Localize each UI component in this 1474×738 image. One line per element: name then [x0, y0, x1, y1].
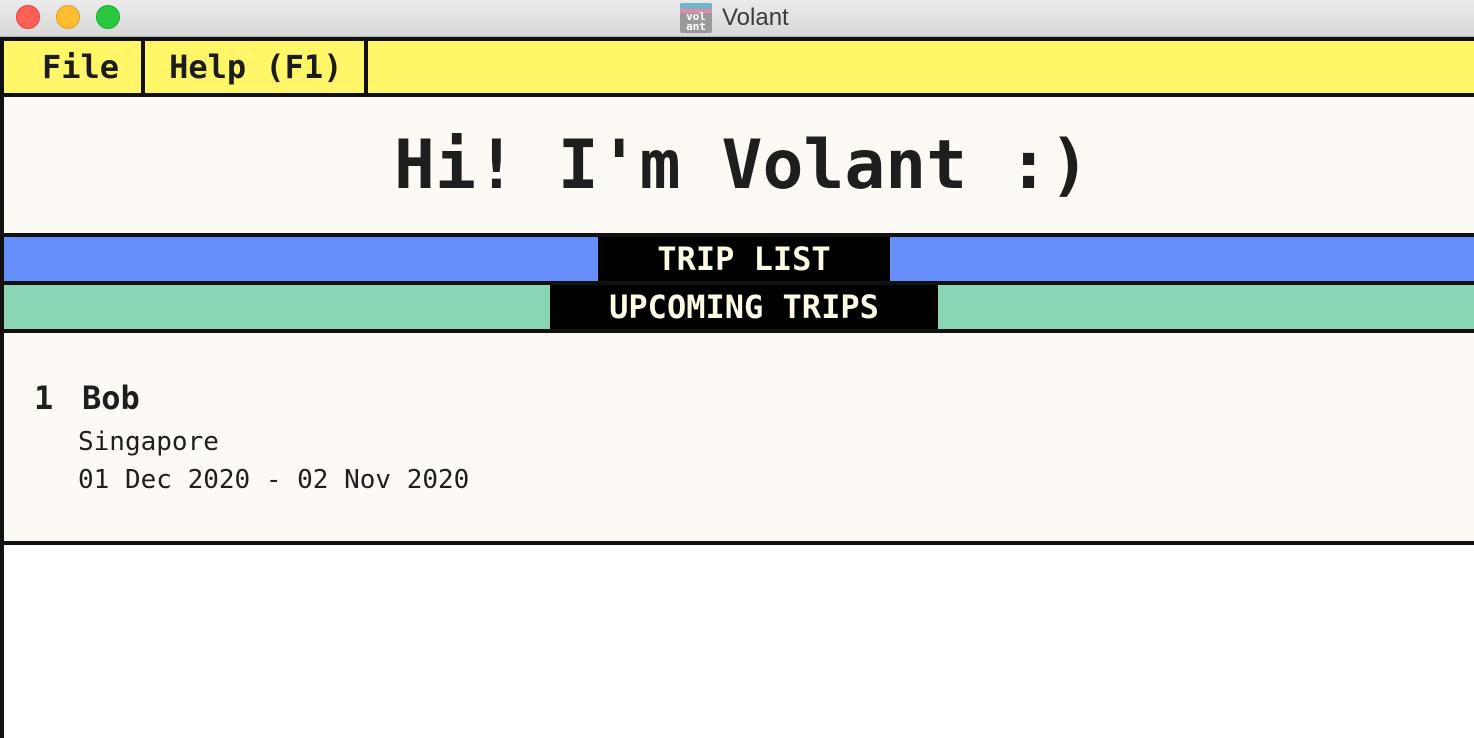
volant-app-icon: vol ant [680, 3, 712, 33]
menu-help[interactable]: Help (F1) [145, 41, 369, 93]
window-title: Volant [722, 4, 789, 31]
trip-name: Bob [82, 379, 140, 417]
upcoming-trips-header: UPCOMING TRIPS [4, 285, 1474, 333]
trip-index: 1 [34, 379, 54, 417]
trip-dates: 01 Dec 2020 - 02 Nov 2020 [78, 465, 470, 495]
trip-card[interactable]: 1 Bob Singapore 01 Dec 2020 - 02 Nov 202… [34, 379, 734, 499]
close-window-button[interactable] [16, 5, 40, 29]
minimize-window-button[interactable] [56, 5, 80, 29]
app-icon-text: vol ant [686, 10, 706, 33]
menu-bar: File Help (F1) [4, 37, 1474, 97]
greeting-banner: Hi! I'm Volant :) [4, 97, 1474, 237]
zoom-window-button[interactable] [96, 5, 120, 29]
app-window: File Help (F1) Hi! I'm Volant :) TRIP LI… [0, 37, 1474, 738]
trip-list-panel: 1 Bob Singapore 01 Dec 2020 - 02 Nov 202… [4, 333, 1474, 545]
window-title-group: vol ant Volant [680, 2, 789, 34]
window-titlebar[interactable]: vol ant Volant [0, 0, 1474, 37]
trip-list-header: TRIP LIST [4, 237, 1474, 285]
upcoming-trips-label: UPCOMING TRIPS [550, 285, 938, 329]
empty-content-area [4, 545, 1474, 738]
trip-location: Singapore [78, 427, 219, 457]
trip-header: 1 Bob [34, 379, 734, 419]
menu-file[interactable]: File [4, 41, 146, 93]
trip-list-label: TRIP LIST [598, 237, 890, 281]
